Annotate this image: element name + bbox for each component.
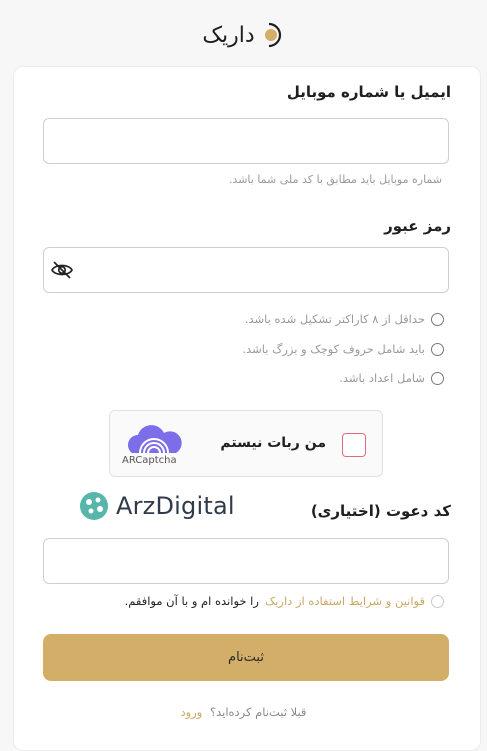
login-question: قبلا ثبت‌نام کرده‌اید؟ [210,705,307,719]
watermark-text: ArzDigital [116,492,235,520]
rule-circle-icon [431,342,444,356]
password-rule: حداقل از ۸ کاراکتر تشکیل شده باشد. [245,312,444,326]
rule-circle-icon [431,371,444,385]
toggle-password-visibility-button[interactable] [50,258,74,282]
eye-slash-icon [51,261,73,279]
invite-code-label: کد دعوت (اختیاری) [310,502,451,520]
brand-logo: داریک [0,18,487,52]
password-label: رمز عبور [384,217,451,235]
terms-radio[interactable] [431,594,444,608]
captcha-checkbox[interactable] [342,433,366,457]
email-input[interactable] [43,118,449,164]
email-label: ایمیل یا شماره موبایل [286,83,451,101]
password-rule: شامل اعداد باشد. [339,371,444,385]
rule-circle-icon [431,312,444,326]
password-rule: باید شامل حروف کوچک و بزرگ باشد. [242,342,444,356]
arzdigital-logo-icon [80,492,108,520]
password-rule-text: شامل اعداد باشد. [339,371,425,385]
terms-link[interactable]: قوانین و شرایط استفاده از داریک [265,594,425,608]
password-rule-text: حداقل از ۸ کاراکتر تشکیل شده باشد. [244,312,425,326]
terms-agreement: قوانین و شرایط استفاده از داریک را خواند… [125,594,444,608]
register-button[interactable]: ثبت‌نام [43,634,449,681]
captcha-label: من ربات نیستم [220,435,326,451]
terms-suffix: را خوانده ام و با آن موافقم. [124,594,259,608]
brand-mark-icon [264,22,281,48]
brand-logo-text: داریک [202,22,255,48]
login-link[interactable]: ورود [181,705,203,719]
captcha-brand: ARCaptcha [122,455,177,466]
email-hint: شماره موبایل باید مطابق با کد ملی شما با… [228,173,442,186]
password-input[interactable] [43,247,449,293]
invite-code-input[interactable] [43,538,449,584]
captcha-widget: من ربات نیستم ARCaptcha [109,410,383,477]
password-rule-text: باید شامل حروف کوچک و بزرگ باشد. [242,342,425,356]
login-prompt: قبلا ثبت‌نام کرده‌اید؟ ورود [0,705,487,719]
arzdigital-watermark: ArzDigital [78,488,235,524]
